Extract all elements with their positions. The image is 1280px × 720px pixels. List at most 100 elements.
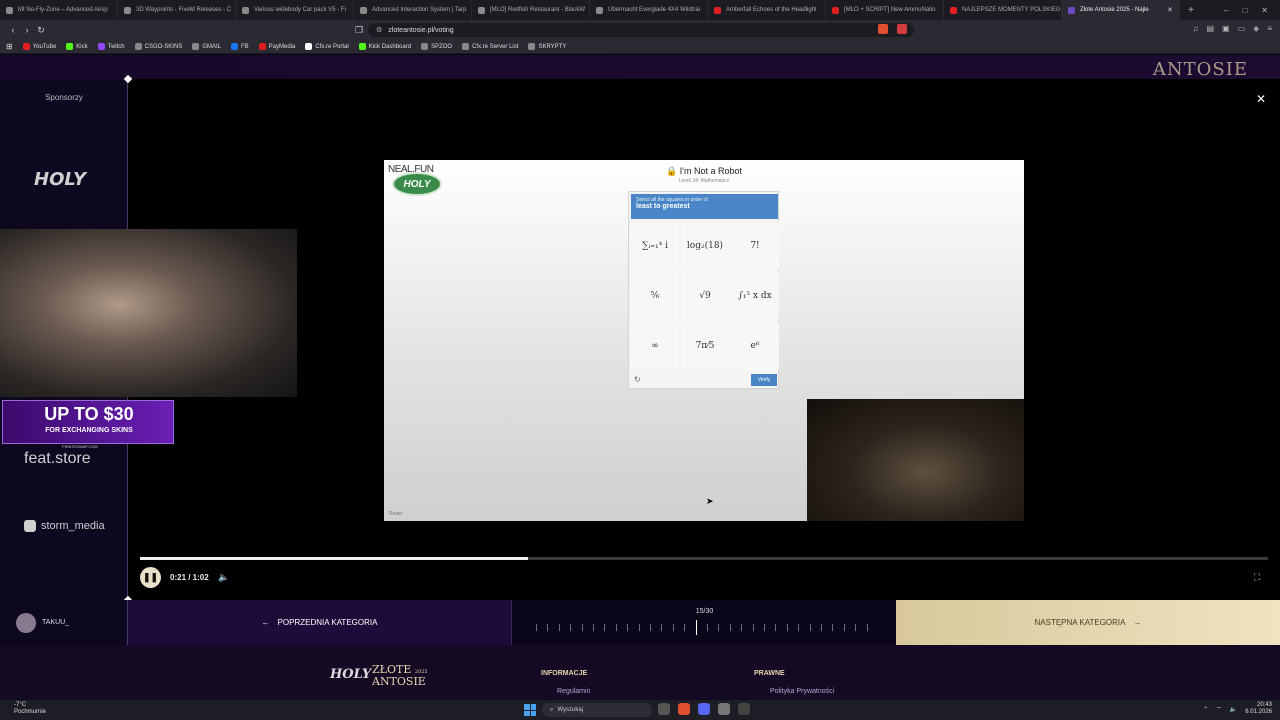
browser-tab[interactable]: Złote Antosie 2025 - Najle ✕ [1062,0,1180,20]
sponsor-storm-media[interactable]: storm_media [24,520,105,532]
regulamin-link[interactable]: Regulamin [557,688,590,695]
category-tick[interactable] [650,624,651,631]
browser-tab[interactable]: 3D Waypoints - FiveM Releases - C [118,0,236,20]
category-tick[interactable] [627,624,629,631]
reload-icon[interactable]: ↻ [34,25,48,36]
category-tick[interactable] [821,624,822,631]
bookmark-item[interactable]: SKRYPTY [528,43,566,50]
tab-close-icon[interactable]: ✕ [1167,6,1173,14]
volume-icon[interactable]: 🔈 [218,572,229,583]
captcha-cell[interactable]: ∑ᵢ₌₁⁴ i [631,222,679,270]
url-field[interactable]: ⚙ zloteantosie.pl/voting [368,23,914,37]
media-icon[interactable]: ♫ [1192,24,1198,33]
next-category-button[interactable]: NASTĘPNA KATEGORIA → [896,600,1280,645]
prev-category-button[interactable]: ← POPRZEDNIA KATEGORIA [128,600,511,645]
vpn-icon[interactable]: ◈ [1253,24,1259,33]
current-category-tick[interactable] [695,620,697,635]
bookmark-item[interactable]: Twitch [97,43,125,50]
bookmark-item[interactable]: Cfx.re Portal [305,43,349,50]
sidebar-icon[interactable]: ▤ [1206,24,1214,33]
captcha-cell[interactable]: 7! [731,222,779,270]
back-icon[interactable]: ‹ [6,25,20,35]
forward-icon[interactable]: › [20,25,34,35]
browser-tab[interactable]: Ubermacht Everglade 4X4 Wildtrai [590,0,708,20]
captcha-cell[interactable]: √9 [681,272,729,320]
captcha-cell[interactable]: log₂(18) [681,222,729,270]
window-close-icon[interactable]: ✕ [1261,6,1268,15]
category-tick[interactable] [832,624,834,631]
category-tick[interactable] [593,624,594,631]
browser-tab[interactable]: Various widebody Car pack V5 - Fi [236,0,354,20]
bookmark-item[interactable]: YouTube [22,43,56,50]
sponsor-feat-store[interactable]: feat.store [24,450,91,468]
browser-tab[interactable]: Advanced Interaction System | Tarp [354,0,472,20]
discord-app-icon[interactable] [698,703,710,715]
category-tick[interactable] [752,624,754,631]
minimize-icon[interactable]: – [1224,6,1228,15]
refresh-icon[interactable]: ↻ [634,375,641,384]
network-icon[interactable]: ⌔ [1216,705,1222,713]
wallet-icon[interactable]: ▭ [1238,24,1246,33]
bookmark-item[interactable]: PayMedia [258,43,295,50]
category-tick[interactable] [570,624,572,631]
maximize-icon[interactable]: □ [1242,6,1247,15]
category-tick[interactable] [581,624,583,631]
new-tab-button[interactable]: + [1188,5,1194,16]
bookmark-icon[interactable]: ❐ [352,25,366,36]
sponsor-holy[interactable]: HOLY [34,169,86,190]
clock[interactable]: 20:43 6.01.2026 [1245,702,1272,716]
windows-start-icon[interactable] [524,704,536,716]
category-tick[interactable] [615,624,617,631]
category-tick[interactable] [604,624,606,631]
tabs-icon[interactable]: ▣ [1222,24,1230,33]
captcha-cell[interactable]: ∞ [631,322,679,370]
captcha-cell[interactable]: 7π⁄5 [681,322,729,370]
obs-app-icon[interactable] [738,703,750,715]
bookmark-item[interactable]: Kick [66,43,88,50]
category-tick[interactable] [558,624,560,631]
category-tick[interactable] [707,624,708,631]
pause-button[interactable]: ❚❚ [140,567,161,588]
category-tick[interactable] [536,624,537,631]
browser-tab[interactable]: [MLO + SCRIPT] New AmmuNatio [826,0,944,20]
category-tick[interactable] [786,624,788,631]
category-tick[interactable] [741,624,743,631]
close-icon[interactable]: ✕ [1256,92,1266,106]
apps-icon[interactable]: ⊞ [6,42,13,51]
category-tick[interactable] [729,624,731,631]
category-tick[interactable] [775,624,777,631]
category-tick[interactable] [547,624,549,631]
browser-tab[interactable]: Amberfall Echoes of the Headlight [708,0,826,20]
category-tick[interactable] [661,624,663,631]
category-tick[interactable] [764,624,765,631]
category-tick[interactable] [718,624,720,631]
category-tick[interactable] [855,624,857,631]
speaker-icon[interactable]: 🔈 [1230,706,1237,713]
brave-rewards-icon[interactable] [897,24,907,34]
bookmark-item[interactable]: Cfx.re Server List [462,43,518,50]
browser-tab[interactable]: [MLO] Redfish Restaurant - BlackW [472,0,590,20]
user-chip[interactable]: TAKUU_ [0,600,128,645]
brave-app-icon[interactable] [678,703,690,715]
captcha-cell[interactable]: ⅚ [631,272,679,320]
category-tick[interactable] [638,624,640,631]
bookmark-item[interactable]: GMAIL [192,43,221,50]
category-tick[interactable] [672,624,674,631]
settings-app-icon[interactable] [718,703,730,715]
category-tick[interactable] [809,624,811,631]
category-tick[interactable] [684,624,686,631]
bookmark-item[interactable]: SPZOO [421,43,452,50]
browser-tab[interactable]: NAJLEPSZE MOMENTY POLSKIEGO [944,0,1062,20]
site-info-icon[interactable]: ⚙ [376,26,382,34]
category-tick[interactable] [843,624,845,631]
category-tick[interactable] [866,624,868,631]
fullscreen-icon[interactable]: ⛶ [1254,572,1260,583]
menu-icon[interactable]: ≡ [1267,24,1272,33]
tray-chevron-icon[interactable]: ⌃ [1203,706,1208,713]
bookmark-item[interactable]: FB [231,43,249,50]
bookmark-item[interactable]: Kick Dashboard [358,43,411,50]
captcha-cell[interactable]: e⁶ [731,322,779,370]
task-view-icon[interactable] [658,703,670,715]
brave-shield-icon[interactable] [878,24,888,34]
captcha-cell[interactable]: ∫₁⁵ x dx [731,272,779,320]
